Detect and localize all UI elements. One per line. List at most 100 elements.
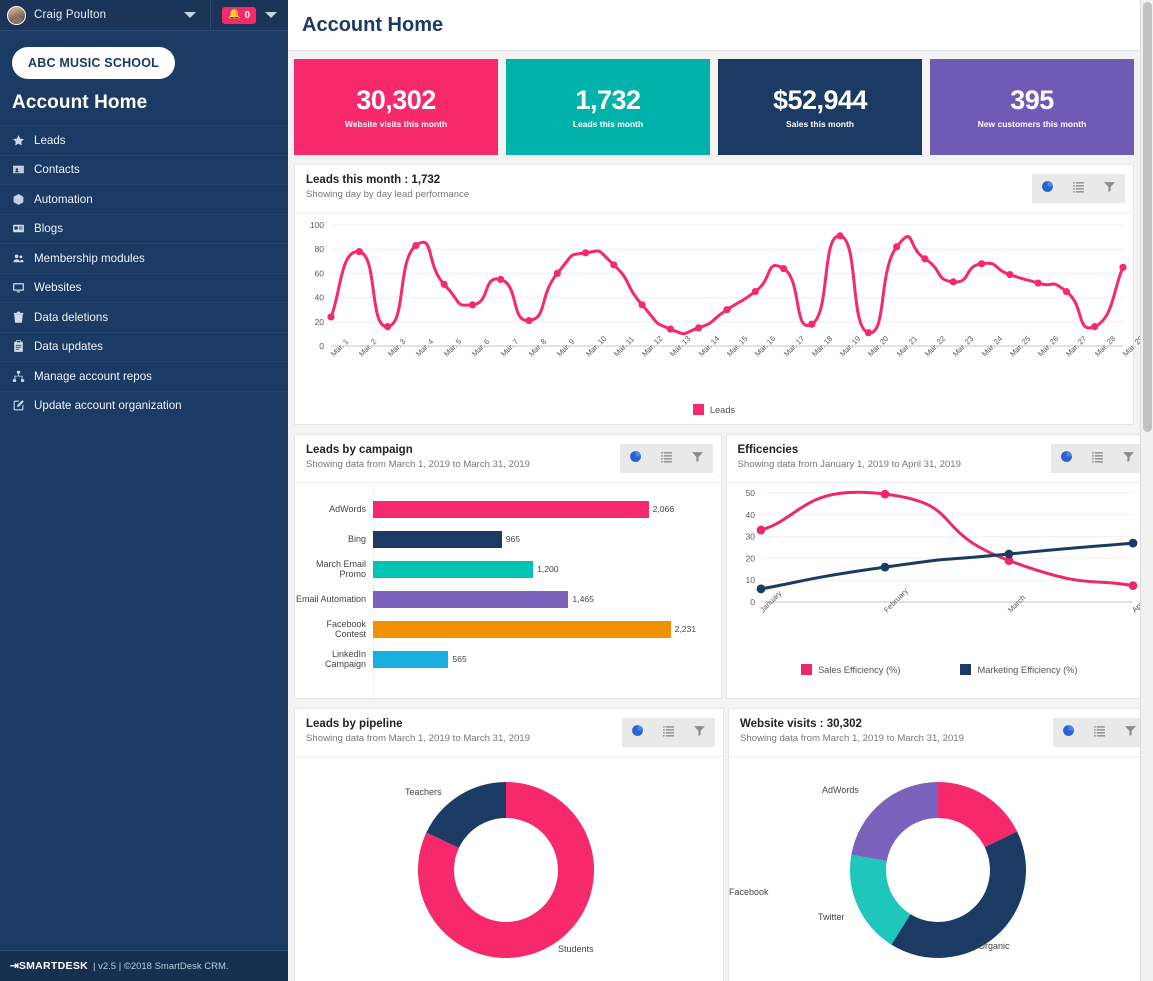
chevron-down-icon[interactable]	[183, 12, 196, 18]
bar-label: AdWords	[329, 504, 366, 514]
list-icon-button[interactable]	[653, 718, 684, 747]
sidebar-item-label: Blogs	[34, 222, 64, 236]
address-book-icon	[12, 163, 25, 176]
card-header: Leads by campaign Showing data from Marc…	[295, 435, 721, 483]
sidebar-footer: ⇥SMARTDESK | v2.5 | ©2018 SmartDesk CRM.	[0, 950, 288, 981]
bar-row: March Email Promo 1,200	[295, 554, 707, 584]
bar-fill[interactable]	[373, 530, 502, 548]
legend-swatch	[960, 664, 972, 675]
chevron-down-icon[interactable]	[265, 12, 277, 18]
sidebar-item-update-account-organization[interactable]: Update account organization	[0, 390, 288, 421]
filter-icon	[1124, 724, 1137, 742]
sidebar-item-leads[interactable]: Leads	[0, 125, 288, 155]
cube-icon	[12, 193, 25, 206]
sidebar-item-data-deletions[interactable]: Data deletions	[0, 302, 288, 332]
sidebar-item-websites[interactable]: Websites	[0, 272, 288, 303]
efficiencies-line-chart: 0 10 20 30 40 50 January February March April	[727, 483, 1153, 658]
sidebar-item-membership-modules[interactable]: Membership modules	[0, 243, 288, 273]
desktop-icon	[12, 281, 25, 294]
bar-fill[interactable]	[373, 620, 671, 638]
legend-item[interactable]: Leads	[692, 404, 735, 415]
bar-row: AdWords 2,066	[295, 494, 707, 524]
notification-group: 🔔 0	[209, 0, 288, 30]
list-icon-button[interactable]	[651, 444, 682, 473]
bar-label: Facebook Contest	[326, 619, 366, 639]
bar-label: LinkedIn Campaign	[324, 649, 366, 669]
pie-chart-icon	[1062, 724, 1075, 742]
pie-chart-icon	[1060, 450, 1073, 468]
list-icon-button[interactable]	[1084, 718, 1115, 747]
bar-fill[interactable]	[373, 590, 569, 608]
filter-icon-button[interactable]	[1094, 174, 1125, 203]
donut-label: AdWords	[822, 785, 859, 795]
kpi-label: Leads this month	[572, 119, 644, 129]
card-subtitle: Showing data from March 1, 2019 to March…	[740, 733, 964, 744]
user-bar: Craig Poulton 🔔 0	[0, 0, 288, 31]
sidebar: Craig Poulton 🔔 0 ABC MUSIC SCHOOL Accou…	[0, 0, 288, 981]
legend-label: Sales Efficiency (%)	[817, 664, 901, 675]
scrollbar-thumb[interactable]	[1143, 2, 1152, 432]
kpi-label: Sales this month	[785, 119, 854, 129]
visits-donut-chart: Organic AdWords Twitter Facebook	[729, 757, 1153, 981]
card-header: Website visits : 30,302 Showing data fro…	[729, 709, 1153, 757]
filter-icon-button[interactable]	[684, 718, 715, 747]
sidebar-item-contacts[interactable]: Contacts	[0, 154, 288, 185]
list-icon	[662, 724, 675, 742]
bar-fill[interactable]	[373, 650, 449, 668]
card-title: Efficencies	[737, 444, 799, 456]
card-titles: Efficencies Showing data from January 1,…	[738, 444, 1052, 470]
bar-fill[interactable]	[373, 500, 649, 518]
donut-label: Twitter	[818, 912, 845, 922]
id-card-icon	[12, 222, 25, 235]
sidebar-item-automation[interactable]: Automation	[0, 184, 288, 214]
notification-badge[interactable]: 🔔 0	[221, 6, 256, 24]
card-header: Leads by pipeline Showing data from Marc…	[295, 709, 723, 757]
donut-slice[interactable]	[891, 831, 1026, 958]
scrollbar[interactable]	[1140, 0, 1153, 981]
svg-text:20: 20	[315, 317, 325, 327]
svg-text:0: 0	[319, 341, 324, 351]
sidebar-item-manage-account-repos[interactable]: Manage account repos	[0, 361, 288, 391]
list-icon-button[interactable]	[1082, 444, 1113, 473]
bar-row: Bing 965	[295, 524, 707, 554]
notification-count: 0	[244, 9, 250, 21]
bar-track: 1,465	[373, 584, 707, 614]
kpi-value: 30,302	[356, 85, 436, 115]
organization-badge[interactable]: ABC MUSIC SCHOOL	[12, 47, 175, 79]
card-toolbar	[619, 444, 713, 473]
donut-label: Facebook	[729, 887, 769, 897]
svg-text:0: 0	[750, 597, 755, 607]
card-header: Efficencies Showing data from January 1,…	[726, 435, 1152, 483]
filter-icon	[693, 724, 706, 742]
pie-chart-icon-button[interactable]	[620, 444, 651, 473]
donut-slice[interactable]	[851, 782, 938, 861]
kpi-card-2[interactable]: $52,944 Sales this month	[718, 59, 922, 155]
bar-label: Email Automation	[295, 594, 366, 604]
bar-fill[interactable]	[373, 560, 534, 578]
kpi-card-3[interactable]: 395 New customers this month	[930, 59, 1134, 155]
card-titles: Website visits : 30,302 Showing data fro…	[740, 718, 1053, 744]
filter-icon-button[interactable]	[682, 444, 713, 473]
kpi-value: 1,732	[575, 85, 641, 115]
svg-text:40: 40	[745, 510, 755, 520]
pie-chart-icon-button[interactable]	[1051, 444, 1082, 473]
kpi-row: 30,302 Website visits this month 1,732 Lead…	[288, 51, 1153, 155]
card-website-visits: Website visits : 30,302 Showing data fro…	[728, 708, 1153, 981]
list-icon-button[interactable]	[1063, 174, 1094, 203]
pie-chart-icon-button[interactable]	[1032, 174, 1063, 203]
sidebar-item-data-updates[interactable]: Data updates	[0, 331, 288, 362]
kpi-card-0[interactable]: 30,302 Website visits this month	[294, 59, 498, 155]
bell-icon: 🔔	[227, 9, 241, 20]
pie-chart-icon-button[interactable]	[1053, 718, 1084, 747]
pie-chart-icon-button[interactable]	[622, 718, 653, 747]
bar-row: Email Automation 1,465	[295, 584, 707, 614]
legend-item[interactable]: Marketing Efficiency (%)	[960, 664, 1078, 675]
legend-item[interactable]: Sales Efficiency (%)	[800, 664, 901, 675]
svg-text:60: 60	[315, 268, 325, 278]
kpi-card-1[interactable]: 1,732 Leads this month	[506, 59, 710, 155]
card-leads-by-campaign: Leads by campaign Showing data from Marc…	[294, 434, 722, 699]
card-title: Leads by pipeline	[306, 718, 403, 730]
sidebar-item-blogs[interactable]: Blogs	[0, 213, 288, 244]
footer-meta: | v2.5 | ©2018 SmartDesk CRM.	[93, 960, 229, 972]
sidebar-title: Account Home	[12, 92, 148, 113]
